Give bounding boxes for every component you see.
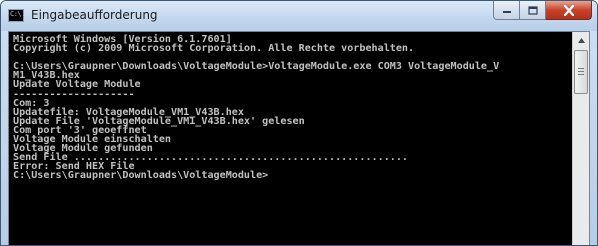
cmd-icon[interactable]: C:\	[8, 9, 24, 22]
scrollbar-thumb[interactable]	[574, 50, 588, 94]
title-bar[interactable]: C:\ Eingabeaufforderung	[1, 1, 597, 31]
console-line: Copyright (c) 2009 Microsoft Corporation…	[13, 43, 415, 55]
grip-line	[578, 74, 584, 75]
scroll-up-button[interactable]	[573, 32, 589, 49]
console-line: --------------------	[13, 88, 135, 100]
chevron-up-icon	[577, 38, 585, 43]
console-output[interactable]: Microsoft Windows [Version 6.1.7601] Copy…	[9, 32, 572, 245]
minimize-icon	[502, 11, 511, 13]
console-area[interactable]: Microsoft Windows [Version 6.1.7601] Copy…	[8, 31, 590, 245]
console-window: C:\ Eingabeaufforderung Microsoft Window…	[0, 0, 598, 246]
window-title: Eingabeaufforderung	[31, 8, 158, 22]
console-line: C:\Users\Graupner\Downloads\VoltageModul…	[13, 170, 269, 182]
console-line: C:\Users\Graupner\Downloads\VoltageModul…	[13, 61, 500, 73]
close-button[interactable]	[546, 1, 592, 20]
grip-line	[578, 71, 584, 72]
vertical-scrollbar[interactable]	[572, 32, 589, 245]
grip-line	[578, 68, 584, 69]
minimize-button[interactable]	[493, 1, 520, 20]
maximize-icon	[527, 5, 538, 15]
close-icon	[563, 4, 574, 16]
maximize-button[interactable]	[520, 1, 546, 20]
window-controls	[493, 1, 592, 21]
